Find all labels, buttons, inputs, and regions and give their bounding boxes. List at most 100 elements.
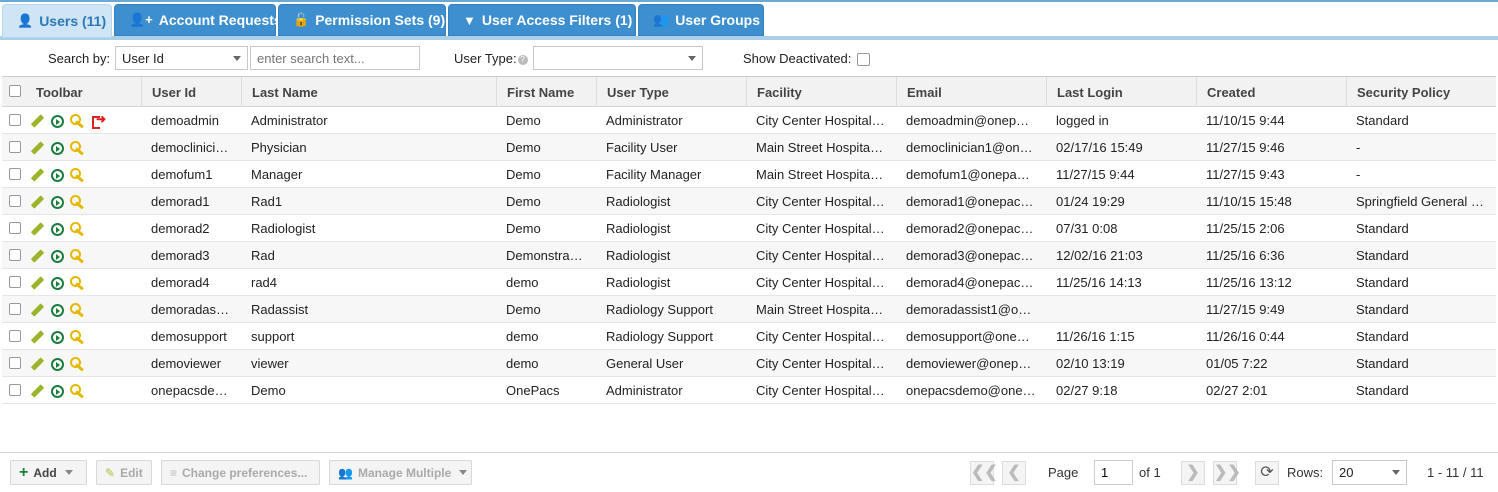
page-number-input[interactable] [1094,460,1133,485]
col-header-security-policy[interactable]: Security Policy [1346,77,1496,107]
key-icon[interactable] [70,303,86,317]
cell-created: 01/05 7:22 [1206,356,1268,371]
key-icon[interactable] [70,168,86,182]
edit-pencil-icon[interactable] [30,195,45,210]
table-row[interactable]: demorad4 rad4 demo Radiologist City Center H… [2,269,1496,296]
row-checkbox[interactable] [9,141,21,153]
tab-permission-sets[interactable]: 🔓 Permission Sets (9) [278,4,446,36]
add-button[interactable]: + Add [10,460,87,485]
edit-pencil-icon[interactable] [30,384,45,399]
col-header-user-type[interactable]: User Type [596,77,746,107]
login-as-icon[interactable] [51,330,64,344]
row-checkbox[interactable] [9,303,21,315]
table-row[interactable]: demoradas… Radassist Demo Radiology Support… [2,296,1496,323]
col-header-email[interactable]: Email [896,77,1046,107]
table-row[interactable]: demoadmin Administrator Demo Administrator C… [2,107,1496,134]
tab-users[interactable]: 👤 Users (11) [2,4,112,38]
tab-account-requests-label: Account Requests [158,12,282,28]
cell-last-login: 02/17/16 15:49 [1056,140,1143,155]
edit-pencil-icon[interactable] [30,249,45,264]
show-deactivated-checkbox[interactable] [857,53,870,66]
table-row[interactable]: democlinici… Physician Demo Facility User Ma… [2,134,1496,161]
search-input[interactable] [250,46,420,70]
manage-multiple-button[interactable]: 👥 Manage Multiple [329,460,472,485]
row-checkbox[interactable] [9,330,21,342]
row-toolbar [30,357,86,371]
key-icon[interactable] [70,276,86,290]
row-checkbox[interactable] [9,357,21,369]
login-as-icon[interactable] [51,384,64,398]
key-icon[interactable] [70,249,86,263]
edit-pencil-icon[interactable] [30,168,45,183]
table-row[interactable]: demoviewer viewer demo General User City Cen… [2,350,1496,377]
row-checkbox[interactable] [9,114,21,126]
cell-created: 11/27/15 9:46 [1206,140,1285,155]
key-icon[interactable] [70,195,86,209]
login-as-icon[interactable] [51,141,64,155]
tab-user-groups[interactable]: 👥 User Groups [638,4,764,36]
next-page-icon[interactable]: ❯ [1181,461,1205,485]
table-row[interactable]: demofum1 Manager Demo Facility Manager Main … [2,161,1496,188]
row-checkbox[interactable] [9,249,21,261]
select-all-checkbox[interactable] [9,85,21,97]
login-as-icon[interactable] [51,249,64,263]
row-checkbox[interactable] [9,384,21,396]
refresh-icon[interactable]: ⟳ [1255,461,1279,485]
row-checkbox[interactable] [9,195,21,207]
cell-facility: City Center Hospital… [756,275,885,290]
tab-user-groups-label: User Groups [675,12,760,28]
col-header-facility[interactable]: Facility [746,77,896,107]
edit-pencil-icon[interactable] [30,357,45,372]
search-bar: Search by: User Id User Type:? Show Deac… [0,44,1498,74]
rows-per-page-select[interactable]: 20 [1332,460,1407,485]
tab-account-requests[interactable]: 👤+ Account Requests [114,4,282,36]
key-icon[interactable] [70,222,86,236]
table-row[interactable]: demorad2 Radiologist Demo Radiologist City C… [2,215,1496,242]
key-icon[interactable] [70,357,86,371]
first-page-icon[interactable]: ❮❮ [970,461,998,485]
last-page-icon[interactable]: ❯❯ [1213,461,1241,485]
edit-pencil-icon[interactable] [30,276,45,291]
login-as-icon[interactable] [51,114,64,128]
login-as-icon[interactable] [51,276,64,290]
cell-first-name: Demonstra… [506,248,583,263]
login-as-icon[interactable] [51,303,64,317]
tab-user-access-filters[interactable]: ▼ User Access Filters (1) [448,4,636,36]
cell-user-type: General User [606,356,684,371]
user-type-select[interactable] [533,46,703,70]
filter-icon: ▼ [463,12,476,28]
logout-icon[interactable] [92,112,106,129]
edit-pencil-icon[interactable] [30,330,45,345]
col-header-first-name[interactable]: First Name [496,77,596,107]
edit-pencil-icon[interactable] [30,114,45,129]
row-checkbox[interactable] [9,276,21,288]
search-by-select[interactable]: User Id [115,46,248,70]
edit-pencil-icon[interactable] [30,303,45,318]
edit-button[interactable]: ✎ Edit [96,460,152,485]
col-header-user-id[interactable]: User Id [141,77,241,107]
table-row[interactable]: demorad3 Rad Demonstra… Radiologist City Cen… [2,242,1496,269]
key-icon[interactable] [70,141,86,155]
login-as-icon[interactable] [51,195,64,209]
table-row[interactable]: demosupport support demo Radiology Support C… [2,323,1496,350]
chevron-down-icon[interactable] [64,470,73,475]
key-icon[interactable] [70,330,86,344]
login-as-icon[interactable] [51,168,64,182]
row-checkbox[interactable] [9,222,21,234]
login-as-icon[interactable] [51,222,64,236]
key-icon[interactable] [70,384,86,398]
edit-pencil-icon[interactable] [30,141,45,156]
col-header-last-name[interactable]: Last Name [241,77,496,107]
key-icon[interactable] [70,114,86,128]
cell-security-policy: Standard [1356,113,1409,128]
change-preferences-button[interactable]: ≡ Change preferences... [161,460,320,485]
login-as-icon[interactable] [51,357,64,371]
table-row[interactable]: onepacsde… Demo OnePacs Administrator City C… [2,377,1496,404]
table-row[interactable]: demorad1 Rad1 Demo Radiologist City Center H… [2,188,1496,215]
prev-page-icon[interactable]: ❮ [1002,461,1026,485]
col-header-last-login[interactable]: Last Login [1046,77,1196,107]
help-icon[interactable]: ? [517,55,528,65]
col-header-created[interactable]: Created [1196,77,1346,107]
edit-pencil-icon[interactable] [30,222,45,237]
row-checkbox[interactable] [9,168,21,180]
